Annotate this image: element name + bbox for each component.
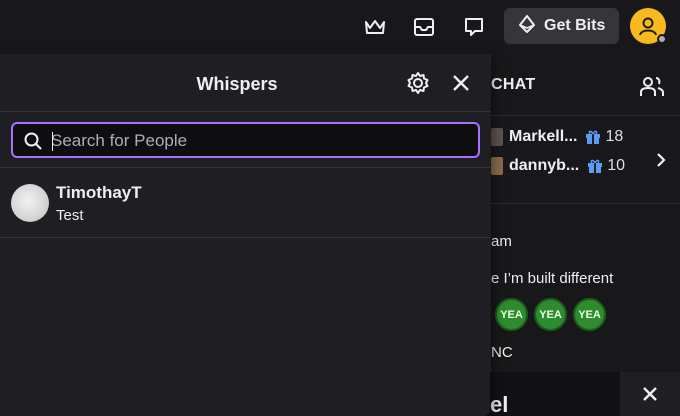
gifter-name: dannyb... [509, 157, 580, 174]
chat-message: am [491, 233, 512, 250]
chat-title: CHAT [491, 76, 536, 93]
gifter-row: Markell... 18 [491, 126, 623, 148]
thread-username: TimothayT [56, 183, 142, 202]
chat-message: e I’m built different [491, 270, 614, 287]
chevron-right-icon[interactable] [653, 152, 669, 168]
close-icon[interactable] [450, 72, 472, 94]
whisper-thread[interactable]: TimothayT Test [0, 168, 490, 238]
whispers-icon[interactable] [458, 11, 490, 43]
chat-header: CHAT [491, 54, 680, 116]
emote-row: YEA YEA YEA [495, 298, 606, 331]
gifter-avatar [491, 157, 503, 175]
online-status-dot [657, 34, 667, 44]
yea-emote: YEA [573, 298, 606, 331]
get-bits-button[interactable]: Get Bits [504, 8, 619, 44]
gifter-name: Markell... [509, 128, 578, 145]
gifter-avatar [491, 128, 503, 146]
bits-icon [518, 14, 536, 38]
text-caret [52, 132, 53, 151]
get-bits-label: Get Bits [544, 17, 606, 34]
thread-last-message: Test [56, 207, 84, 224]
yea-emote: YEA [534, 298, 567, 331]
whispers-title: Whispers [196, 74, 278, 94]
top-nav: Get Bits [0, 0, 680, 54]
top-gifters-leaderboard[interactable]: Markell... 18 dannyb... 10 [491, 116, 680, 204]
gifter-row: dannyb... 10 [491, 155, 625, 177]
whispers-panel: Whispers TimothayT Test [0, 54, 490, 416]
chat-message: NC [491, 344, 513, 361]
search-people-input[interactable] [51, 128, 471, 154]
gift-count: 18 [605, 128, 624, 145]
search-icon [24, 132, 42, 150]
search-section [0, 112, 490, 168]
gift-count: 10 [607, 157, 626, 174]
gear-icon[interactable] [406, 71, 430, 95]
banner-text: el [490, 392, 509, 416]
community-icon[interactable] [639, 74, 665, 100]
user-icon [639, 17, 657, 36]
avatar [11, 184, 49, 222]
banner-close-button[interactable] [620, 372, 680, 416]
close-icon [643, 387, 657, 401]
banner-area [490, 372, 620, 416]
whispers-header: Whispers [0, 54, 490, 112]
yea-emote: YEA [495, 298, 528, 331]
search-box[interactable] [11, 122, 480, 158]
chat-panel: CHAT Markell... 18 dannyb... 10 am e I’m… [490, 54, 680, 416]
crown-icon[interactable] [359, 11, 391, 43]
gift-icon [588, 159, 603, 173]
gift-icon [586, 130, 601, 144]
inbox-icon[interactable] [408, 11, 440, 43]
